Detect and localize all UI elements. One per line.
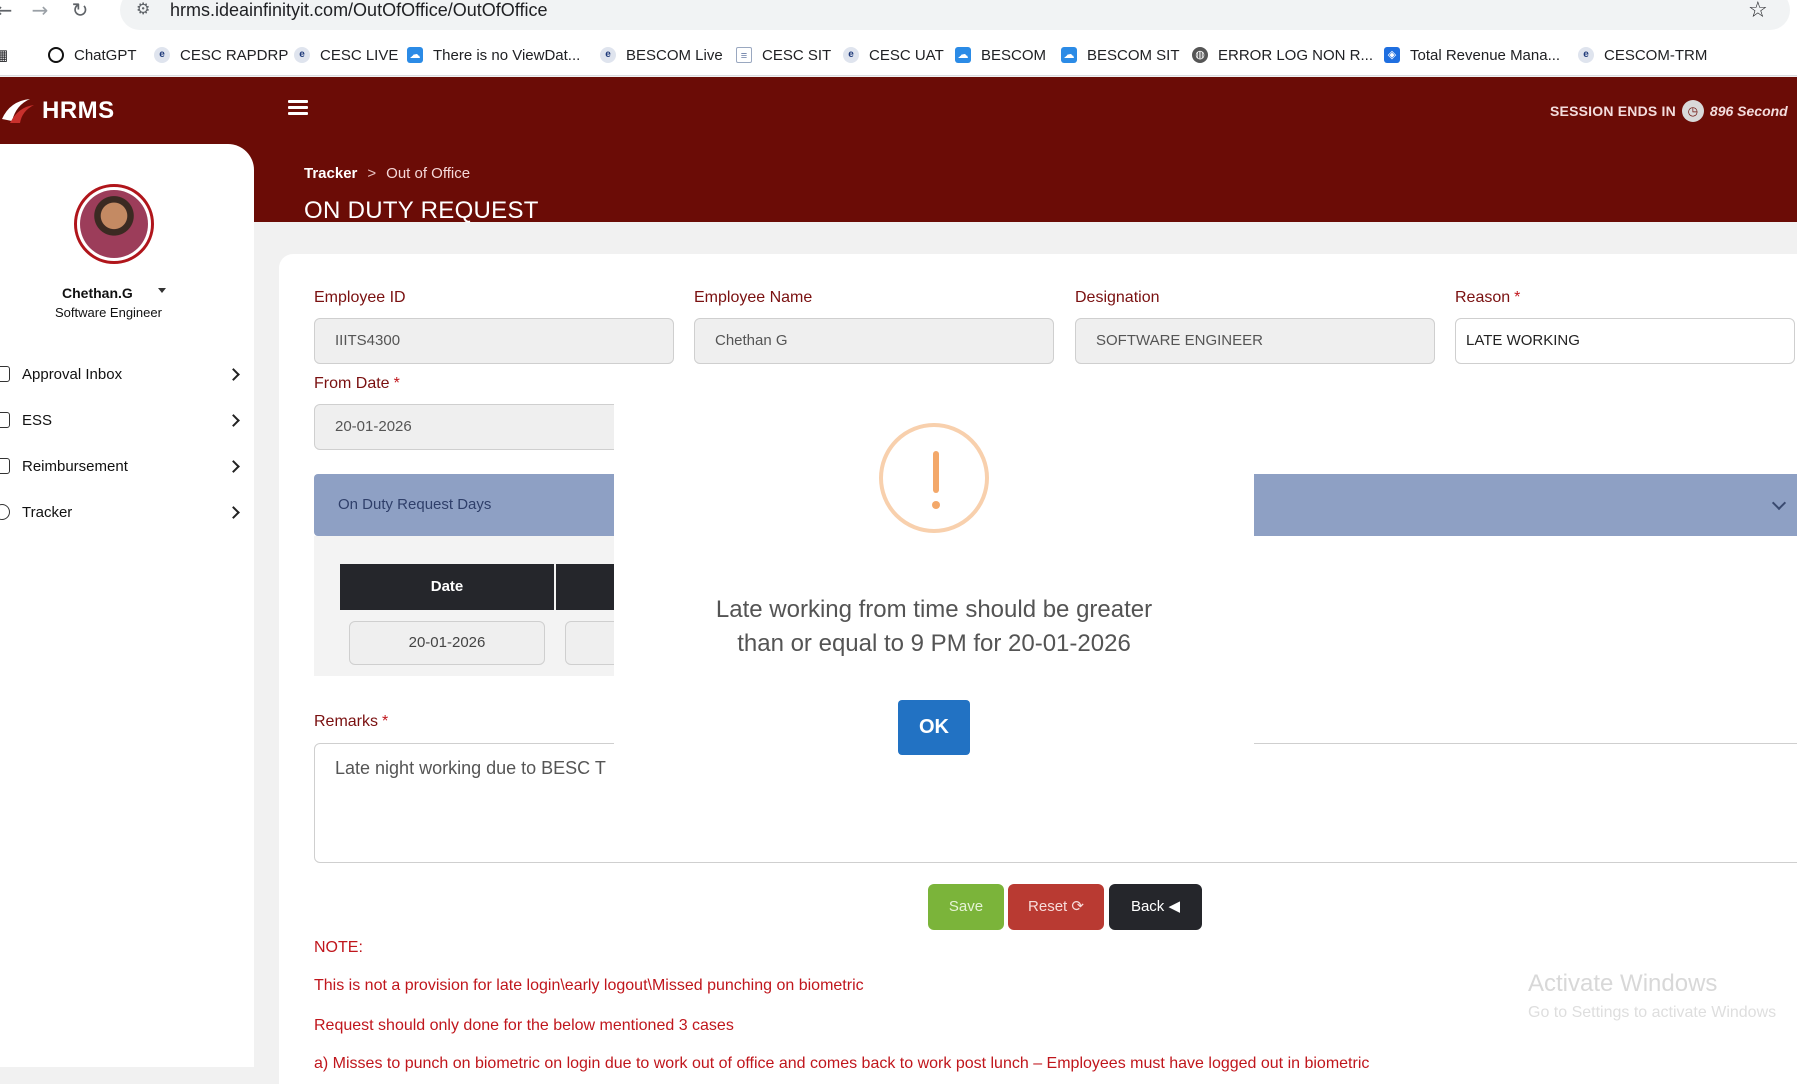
bookmark-bescom-sit[interactable]: ☁ BESCOM SIT bbox=[1061, 44, 1180, 66]
bookmark-cesc-sit[interactable]: ≡ CESC SIT bbox=[736, 44, 831, 66]
bookmark-star-icon[interactable]: ☆ bbox=[1748, 0, 1768, 23]
bookmark-bescom-live[interactable]: e BESCOM Live bbox=[600, 44, 723, 66]
reload-icon[interactable]: ↻ bbox=[68, 0, 92, 20]
cloud-icon: ☁ bbox=[1061, 47, 1077, 63]
cesc-icon: e bbox=[600, 47, 616, 63]
apps-grid-icon[interactable]: ▦ bbox=[0, 44, 8, 66]
alert-message-line-2: than or equal to 9 PM for 20-01-2026 bbox=[737, 630, 1131, 657]
globe-icon: ◍ bbox=[1192, 47, 1208, 63]
cloud-icon: ☁ bbox=[955, 47, 971, 63]
alert-dialog: Late working from time should be greater… bbox=[614, 373, 1254, 786]
bookmark-cescom-trm[interactable]: e CESCOM-TRM bbox=[1578, 44, 1707, 66]
trm-icon: ◈ bbox=[1384, 47, 1400, 63]
bookmark-cesc-live[interactable]: e CESC LIVE bbox=[294, 44, 398, 66]
bookmark-cesc-uat[interactable]: e CESC UAT bbox=[843, 44, 944, 66]
alert-message: Late working from time should be greater… bbox=[654, 593, 1214, 661]
url-text[interactable]: hrms.ideainfinityit.com/OutOfOffice/OutO… bbox=[170, 0, 547, 20]
back-arrow-icon[interactable]: ← bbox=[0, 0, 16, 20]
cesc-icon: e bbox=[154, 47, 170, 63]
bookmark-chatgpt[interactable]: ChatGPT bbox=[48, 44, 137, 66]
bookmark-error-log[interactable]: ◍ ERROR LOG NON R... bbox=[1192, 44, 1373, 66]
cesc-icon: e bbox=[294, 47, 310, 63]
document-icon: ≡ bbox=[736, 47, 752, 63]
alert-message-line-1: Late working from time should be greater bbox=[715, 596, 1153, 623]
cloud-icon: ☁ bbox=[407, 47, 423, 63]
forward-arrow-icon[interactable]: → bbox=[28, 0, 52, 20]
chatgpt-icon bbox=[48, 47, 64, 63]
browser-toolbar: ← → ↻ ⚙ hrms.ideainfinityit.com/OutOfOff… bbox=[0, 0, 1797, 32]
site-settings-icon[interactable]: ⚙ bbox=[136, 0, 156, 18]
bookmark-cesc-rapdrp[interactable]: e CESC RAPDRP bbox=[154, 44, 288, 66]
warning-icon bbox=[879, 423, 989, 533]
bookmarks-bar: ▦ ChatGPT e CESC RAPDRP e CESC LIVE ☁ There… bbox=[0, 32, 1797, 76]
ok-button[interactable]: OK bbox=[898, 700, 970, 755]
bookmark-no-viewdata[interactable]: ☁ There is no ViewDat... bbox=[407, 44, 580, 66]
bookmark-bescom[interactable]: ☁ BESCOM bbox=[955, 44, 1046, 66]
cesc-icon: e bbox=[843, 47, 859, 63]
bookmark-total-revenue[interactable]: ◈ Total Revenue Mana... bbox=[1384, 44, 1560, 66]
cesc-icon: e bbox=[1578, 47, 1594, 63]
